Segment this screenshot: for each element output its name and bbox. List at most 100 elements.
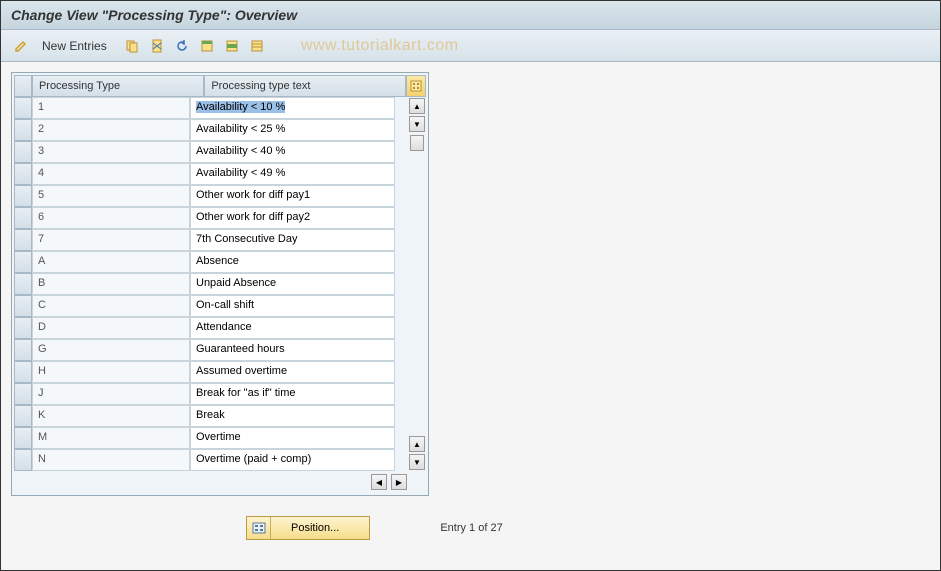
footer-area: Position... Entry 1 of 27 — [11, 496, 930, 560]
processing-type-cell[interactable]: H — [32, 361, 190, 383]
table-row[interactable]: 3Availability < 40 % — [14, 141, 408, 163]
select-block-icon[interactable] — [222, 36, 242, 56]
processing-type-text-cell[interactable]: Assumed overtime — [190, 361, 395, 383]
undo-icon[interactable] — [172, 36, 192, 56]
processing-type-text-cell[interactable]: Availability < 49 % — [190, 163, 395, 185]
processing-type-text-cell[interactable]: Break — [190, 405, 395, 427]
table-row[interactable]: BUnpaid Absence — [14, 273, 408, 295]
table-row[interactable]: DAttendance — [14, 317, 408, 339]
processing-type-cell[interactable]: 7 — [32, 229, 190, 251]
position-button-label: Position... — [271, 522, 369, 534]
row-selector[interactable] — [14, 361, 32, 383]
processing-type-text-cell[interactable]: Overtime — [190, 427, 395, 449]
horizontal-scrollbar[interactable]: ◀ ▶ — [14, 471, 426, 493]
processing-type-cell[interactable]: 4 — [32, 163, 190, 185]
page-title: Change View "Processing Type": Overview — [1, 1, 940, 30]
processing-type-cell[interactable]: D — [32, 317, 190, 339]
processing-type-text-cell[interactable]: Availability < 10 % — [190, 97, 395, 119]
processing-type-text-cell[interactable]: On-call shift — [190, 295, 395, 317]
table-row[interactable]: JBreak for "as if" time — [14, 383, 408, 405]
table-body: 1Availability < 10 %2Availability < 25 %… — [14, 97, 408, 471]
position-button[interactable]: Position... — [246, 516, 370, 540]
new-entries-button[interactable]: New Entries — [36, 37, 113, 55]
processing-type-text-cell[interactable]: Other work for diff pay1 — [190, 185, 395, 207]
processing-type-text-cell[interactable]: Guaranteed hours — [190, 339, 395, 361]
row-selector[interactable] — [14, 449, 32, 471]
processing-type-text-cell[interactable]: 7th Consecutive Day — [190, 229, 395, 251]
scroll-left-arrow-icon[interactable]: ◀ — [371, 474, 387, 490]
processing-type-cell[interactable]: 5 — [32, 185, 190, 207]
processing-type-cell[interactable]: 1 — [32, 97, 190, 119]
table-row[interactable]: KBreak — [14, 405, 408, 427]
processing-type-cell[interactable]: 2 — [32, 119, 190, 141]
row-selector[interactable] — [14, 295, 32, 317]
processing-type-text-cell[interactable]: Absence — [190, 251, 395, 273]
deselect-all-icon[interactable] — [247, 36, 267, 56]
processing-type-text-cell[interactable]: Unpaid Absence — [190, 273, 395, 295]
processing-type-cell[interactable]: N — [32, 449, 190, 471]
scroll-down-step-icon[interactable]: ▼ — [409, 116, 425, 132]
scroll-thumb[interactable] — [410, 135, 424, 151]
row-selector[interactable] — [14, 97, 32, 119]
row-selector[interactable] — [14, 383, 32, 405]
processing-type-cell[interactable]: A — [32, 251, 190, 273]
processing-type-text-cell[interactable]: Overtime (paid + comp) — [190, 449, 395, 471]
processing-type-cell[interactable]: B — [32, 273, 190, 295]
processing-type-text-cell[interactable]: Other work for diff pay2 — [190, 207, 395, 229]
processing-type-text-cell[interactable]: Availability < 40 % — [190, 141, 395, 163]
row-header-corner[interactable] — [14, 75, 32, 97]
processing-type-cell[interactable]: J — [32, 383, 190, 405]
entry-counter: Entry 1 of 27 — [440, 522, 502, 534]
select-all-icon[interactable] — [197, 36, 217, 56]
table-row[interactable]: HAssumed overtime — [14, 361, 408, 383]
scroll-up-arrow-icon[interactable]: ▲ — [409, 98, 425, 114]
table-row[interactable]: 2Availability < 25 % — [14, 119, 408, 141]
table-row[interactable]: MOvertime — [14, 427, 408, 449]
table-row[interactable]: COn-call shift — [14, 295, 408, 317]
processing-type-text-cell[interactable]: Break for "as if" time — [190, 383, 395, 405]
processing-type-cell[interactable]: 6 — [32, 207, 190, 229]
table-row[interactable]: NOvertime (paid + comp) — [14, 449, 408, 471]
table-row[interactable]: GGuaranteed hours — [14, 339, 408, 361]
change-icon[interactable] — [11, 36, 31, 56]
row-selector[interactable] — [14, 185, 32, 207]
processing-type-cell[interactable]: C — [32, 295, 190, 317]
table-row[interactable]: 6Other work for diff pay2 — [14, 207, 408, 229]
row-selector[interactable] — [14, 427, 32, 449]
processing-type-cell[interactable]: M — [32, 427, 190, 449]
table-header-row: Processing Type Processing type text — [14, 75, 426, 97]
table-row[interactable]: 77th Consecutive Day — [14, 229, 408, 251]
copy-icon[interactable] — [122, 36, 142, 56]
row-selector[interactable] — [14, 141, 32, 163]
toolbar: New Entries www.tutorialkart.com — [1, 30, 940, 62]
select-all-column-button[interactable] — [406, 75, 426, 97]
vertical-scrollbar[interactable]: ▲ ▼ ▲ ▼ — [408, 97, 426, 471]
row-selector[interactable] — [14, 405, 32, 427]
scroll-right-arrow-icon[interactable]: ▶ — [391, 474, 407, 490]
table-row[interactable]: 5Other work for diff pay1 — [14, 185, 408, 207]
processing-type-cell[interactable]: 3 — [32, 141, 190, 163]
row-selector[interactable] — [14, 119, 32, 141]
scroll-up-step-icon[interactable]: ▲ — [409, 436, 425, 452]
delete-icon[interactable] — [147, 36, 167, 56]
processing-type-cell[interactable]: K — [32, 405, 190, 427]
column-header-type[interactable]: Processing Type — [32, 75, 204, 97]
table-row[interactable]: 1Availability < 10 % — [14, 97, 408, 119]
row-selector[interactable] — [14, 229, 32, 251]
row-selector[interactable] — [14, 251, 32, 273]
processing-type-text-cell[interactable]: Availability < 25 % — [190, 119, 395, 141]
processing-type-cell[interactable]: G — [32, 339, 190, 361]
row-selector[interactable] — [14, 207, 32, 229]
scroll-down-arrow-icon[interactable]: ▼ — [409, 454, 425, 470]
row-selector[interactable] — [14, 339, 32, 361]
row-selector[interactable] — [14, 317, 32, 339]
row-selector[interactable] — [14, 163, 32, 185]
processing-type-text-cell[interactable]: Attendance — [190, 317, 395, 339]
table-row[interactable]: 4Availability < 49 % — [14, 163, 408, 185]
content-area: Processing Type Processing type text 1Av… — [1, 62, 940, 570]
watermark-text: www.tutorialkart.com — [301, 37, 459, 55]
column-header-text[interactable]: Processing type text — [204, 75, 406, 97]
row-selector[interactable] — [14, 273, 32, 295]
position-icon — [247, 517, 271, 539]
table-row[interactable]: AAbsence — [14, 251, 408, 273]
